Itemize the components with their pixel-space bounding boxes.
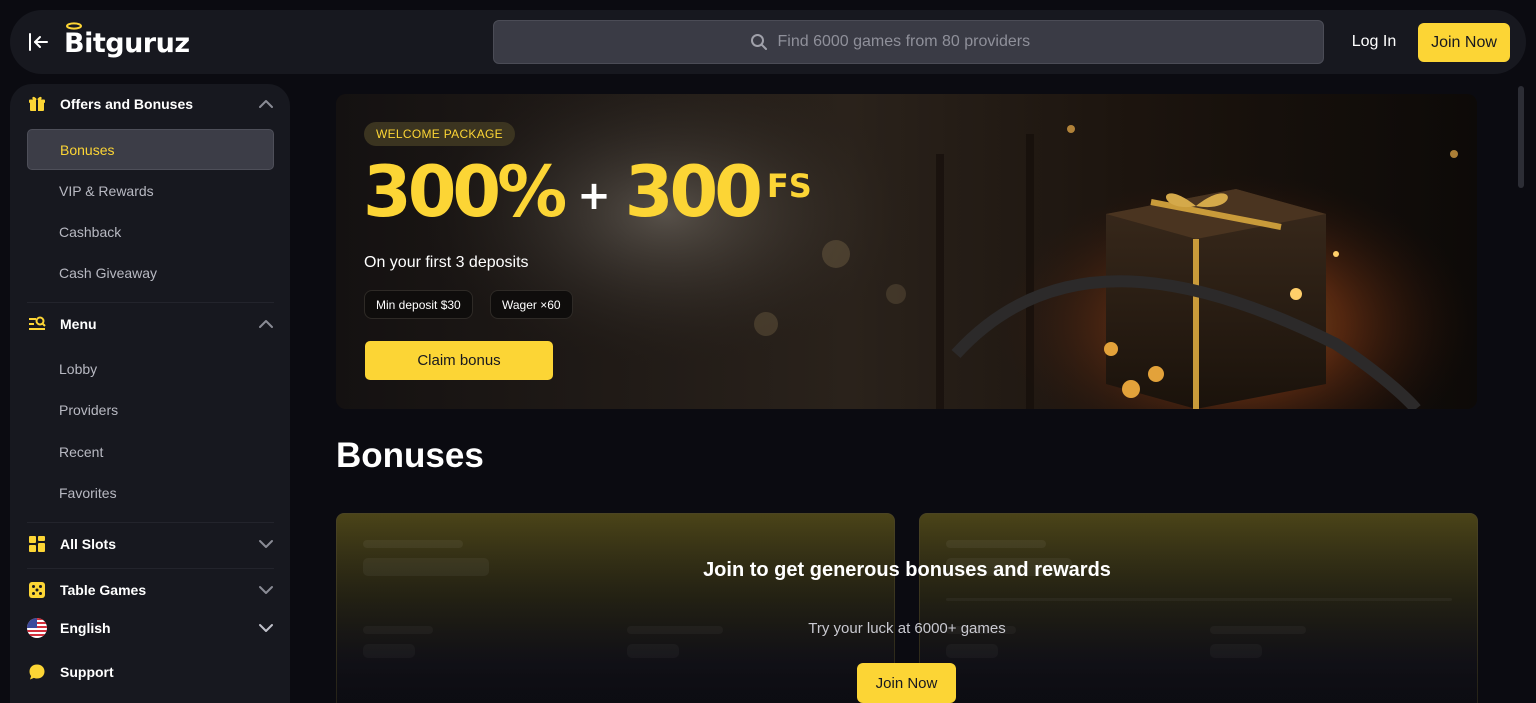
chevron-down-icon [259, 540, 273, 548]
chevron-up-icon [259, 100, 273, 108]
sidebar-item-providers[interactable]: Providers [27, 389, 274, 430]
support-label: Support [60, 664, 114, 680]
free-spins-suffix: FS [766, 167, 812, 205]
min-deposit-chip: Min deposit $30 [364, 290, 473, 319]
sidebar-item-lobby[interactable]: Lobby [27, 348, 274, 389]
join-now-cta-button[interactable]: Join Now [857, 663, 956, 703]
sidebar-item-cash-giveaway[interactable]: Cash Giveaway [27, 252, 274, 293]
banner-subtitle: On your first 3 deposits [364, 254, 529, 271]
sidebar-section-menu[interactable]: Menu [10, 304, 290, 344]
search-icon [750, 34, 767, 50]
sidebar-item-favorites[interactable]: Favorites [27, 472, 274, 513]
join-cta-subtitle: Try your luck at 6000+ games [808, 620, 1006, 637]
top-bar: Bitguruz Log In Join Now [10, 10, 1526, 74]
sidebar-item-cashback[interactable]: Cashback [27, 211, 274, 252]
sidebar-item-vip-rewards[interactable]: VIP & Rewards [27, 170, 274, 211]
logo[interactable]: Bitguruz [64, 22, 190, 62]
support-link[interactable]: Support [10, 652, 290, 692]
chevron-down-icon [259, 624, 273, 632]
welcome-package-badge: WELCOME PACKAGE [364, 122, 515, 146]
sidebar-item-recent[interactable]: Recent [27, 431, 274, 472]
language-selector[interactable]: English [10, 608, 290, 648]
sidebar-section-offers[interactable]: Offers and Bonuses [10, 84, 290, 124]
sidebar-section-table-games[interactable]: Table Games [10, 570, 290, 610]
sidebar-item-bonuses[interactable]: Bonuses [27, 129, 274, 170]
welcome-banner: WELCOME PACKAGE 300% + 300 FS On your fi… [336, 94, 1477, 409]
search-input[interactable] [777, 33, 1068, 51]
us-flag-icon [27, 618, 47, 638]
divider [27, 522, 274, 523]
sidebar-section-label: Menu [60, 316, 97, 332]
free-spins-count: 300 [624, 151, 763, 233]
sidebar: Offers and Bonuses Bonuses VIP & Rewards… [10, 84, 290, 703]
login-button[interactable]: Log In [1338, 24, 1410, 60]
dice-icon [29, 582, 45, 598]
chevron-down-icon [259, 586, 273, 594]
sidebar-section-all-slots[interactable]: All Slots [10, 524, 290, 564]
sidebar-section-label: All Slots [60, 536, 117, 552]
gift-icon [29, 96, 45, 111]
language-label: English [60, 620, 111, 636]
halo-icon [66, 22, 82, 30]
menu-search-icon [29, 316, 46, 330]
collapse-left-icon [29, 33, 48, 51]
wager-chip: Wager ×60 [490, 290, 573, 319]
claim-bonus-button[interactable]: Claim bonus [365, 341, 553, 380]
search-bar[interactable] [493, 20, 1324, 64]
divider [27, 302, 274, 303]
divider [27, 568, 274, 569]
bonus-headline: 300% + 300 FS [363, 151, 812, 233]
plus-sign: + [577, 173, 611, 219]
collapse-sidebar-button[interactable] [24, 28, 52, 56]
page-title: Bonuses [336, 436, 484, 475]
grid-icon [29, 536, 45, 552]
chat-bubble-icon [29, 664, 45, 680]
join-cta-title: Join to get generous bonuses and rewards [703, 559, 1111, 581]
scrollbar[interactable] [1518, 86, 1524, 188]
sidebar-section-label: Offers and Bonuses [60, 96, 194, 112]
sidebar-section-label: Table Games [60, 582, 147, 598]
bonus-percent: 300% [363, 151, 567, 233]
chevron-up-icon [259, 320, 273, 328]
join-now-button[interactable]: Join Now [1418, 23, 1510, 62]
